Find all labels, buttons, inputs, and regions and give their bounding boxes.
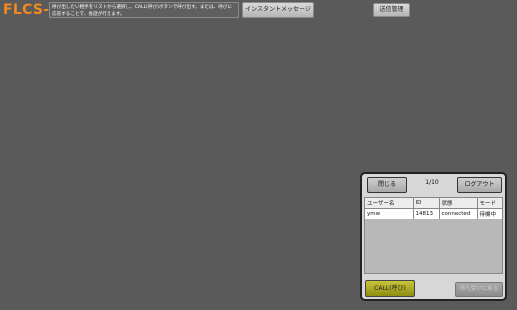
page-indicator: 1/10 xyxy=(425,179,439,186)
user-list-panel: 閉じる 1/10 ログアウト ユーザー名 ID 状態 モード ymw 14813… xyxy=(360,172,507,301)
column-header-username[interactable]: ユーザー名 xyxy=(365,198,414,209)
instruction-notice: 呼び出したい相手をリストから選択し、CALL(呼び)ボタンで呼び出す。または、呼… xyxy=(49,2,239,18)
column-header-status[interactable]: 状態 xyxy=(439,198,478,209)
column-header-id[interactable]: ID xyxy=(413,198,440,209)
cell-username: ymw xyxy=(365,208,414,219)
close-button[interactable]: 閉じる xyxy=(367,177,407,193)
user-table: ユーザー名 ID 状態 モード ymw 14813 connected 待機中 xyxy=(364,197,503,274)
send-management-button[interactable]: 送信管理 xyxy=(373,3,410,17)
table-row[interactable]: ymw 14813 connected 待機中 xyxy=(365,208,502,219)
logout-button[interactable]: ログアウト xyxy=(457,177,502,193)
cell-id: 14813 xyxy=(413,208,440,219)
return-to-standby-button[interactable]: 待ち受けに戻る xyxy=(455,282,503,297)
cell-mode: 待機中 xyxy=(477,208,502,219)
column-header-mode[interactable]: モード xyxy=(477,198,502,209)
table-header-row: ユーザー名 ID 状態 モード xyxy=(365,198,502,209)
call-button[interactable]: CALL(呼び) xyxy=(365,280,415,297)
cell-status: connected xyxy=(439,208,478,219)
instant-message-button[interactable]: インスタントメッセージ xyxy=(242,2,314,18)
